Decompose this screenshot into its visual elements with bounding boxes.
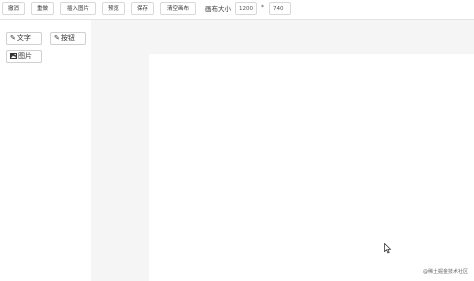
- workspace: [91, 20, 474, 281]
- design-canvas[interactable]: [149, 54, 474, 281]
- text-tool-label: 文字: [16, 34, 31, 42]
- pencil-icon: ✎: [54, 34, 60, 42]
- preview-button[interactable]: 预览: [102, 2, 125, 15]
- canvas-width-input[interactable]: [235, 2, 257, 15]
- button-tool-button[interactable]: ✎按钮: [50, 32, 86, 45]
- insert-image-button[interactable]: 插入图片: [60, 2, 96, 15]
- redo-button[interactable]: 重做: [31, 2, 54, 15]
- button-tool-label: 按钮: [60, 34, 75, 42]
- toolbar: 撤消 重做 插入图片 预览 保存 清空画布 画布大小 *: [0, 0, 474, 20]
- clear-canvas-button[interactable]: 清空画布: [160, 2, 196, 15]
- canvas-size-label: 画布大小: [205, 5, 231, 13]
- undo-button[interactable]: 撤消: [2, 2, 25, 15]
- image-tool-label: 图片: [18, 52, 32, 60]
- save-button[interactable]: 保存: [131, 2, 154, 15]
- pencil-icon: ✎: [10, 34, 16, 42]
- mouse-cursor-icon: [384, 243, 392, 254]
- times-symbol: *: [261, 4, 264, 11]
- image-icon: [10, 51, 17, 62]
- canvas-height-input[interactable]: [269, 2, 291, 15]
- text-tool-button[interactable]: ✎文字: [6, 32, 42, 45]
- component-panel: ✎文字 ✎按钮 图片: [0, 20, 92, 281]
- watermark: @稀土掘金技术社区: [422, 269, 468, 275]
- image-tool-button[interactable]: 图片: [6, 50, 42, 63]
